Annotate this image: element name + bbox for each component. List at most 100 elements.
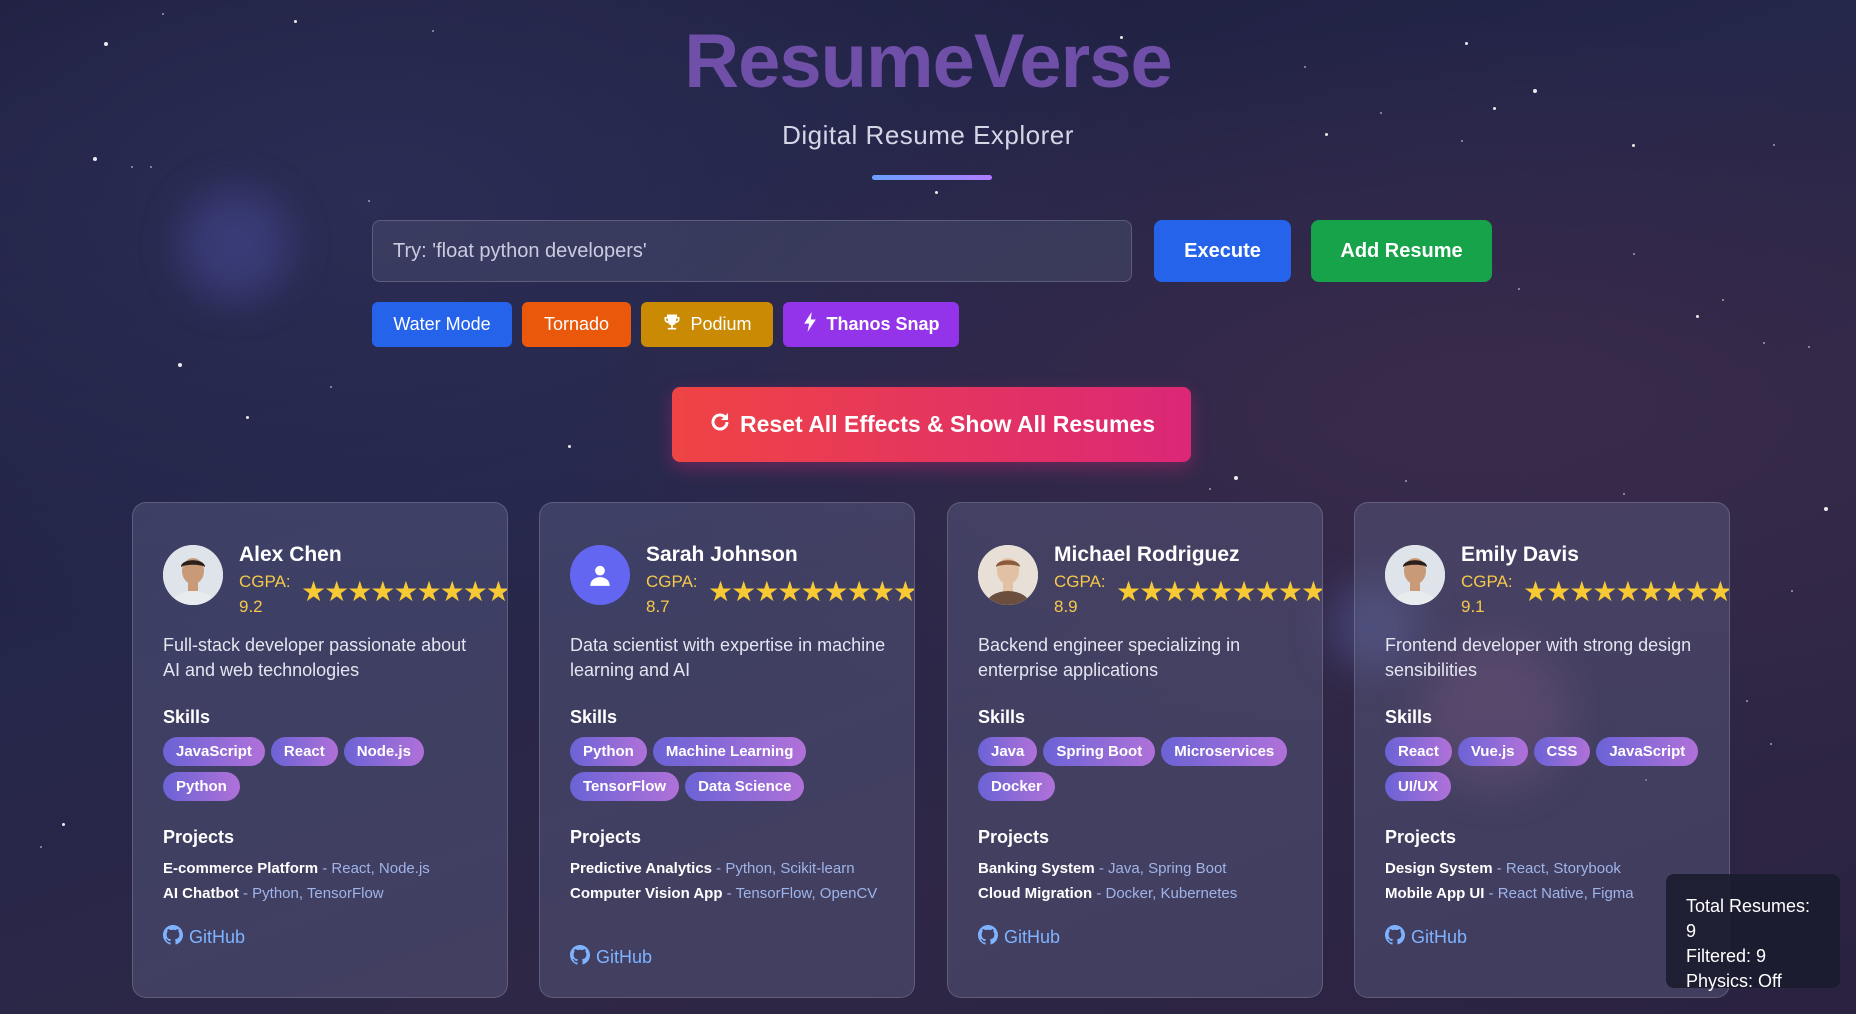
app-subtitle: Digital Resume Explorer: [782, 120, 1074, 150]
star: [1209, 488, 1211, 490]
cgpa-value: CGPA: 9.2: [239, 569, 299, 613]
skills-heading: Skills: [978, 707, 1026, 727]
candidate-name: Emily Davis: [1461, 543, 1579, 566]
star: [1405, 480, 1407, 482]
github-label: GitHub: [189, 927, 246, 947]
github-icon: [1385, 925, 1405, 950]
reset-effects-button[interactable]: Reset All Effects & Show All Resumes: [672, 387, 1191, 462]
project-name: E-commerce Platform: [163, 860, 319, 877]
projects-heading: Projects: [570, 827, 642, 847]
resume-card[interactable]: Alex Chen CGPA: 9.2 ★★★★★★★★★ Full-stack dev…: [132, 502, 508, 998]
title-underline: [872, 175, 992, 180]
projects-heading: Projects: [1385, 827, 1457, 847]
card-header: Michael Rodriguez CGPA: 8.9 ★★★★★★★★★: [978, 543, 1322, 613]
cgpa-number: 9.2: [239, 597, 263, 613]
skill-chip: JavaScript: [1596, 737, 1699, 766]
rating-stars-icon: ★★★★★★★★★: [708, 576, 914, 607]
project-tech: - React, Node.js: [318, 860, 430, 877]
water-mode-label: Water Mode: [393, 314, 491, 334]
project-tech: - Python, TensorFlow: [238, 885, 384, 902]
project-item: AI Chatbot - Python, TensorFlow: [163, 884, 487, 904]
skill-chip: Python: [163, 772, 240, 801]
search-input[interactable]: [372, 220, 1132, 282]
skill-chip: Microservices: [1161, 737, 1288, 766]
skills-list: React Vue.js CSS JavaScript UI/UX: [1385, 737, 1709, 801]
tornado-button[interactable]: Tornado: [522, 302, 631, 347]
github-link[interactable]: GitHub: [163, 925, 245, 950]
card-header: Alex Chen CGPA: 9.2 ★★★★★★★★★: [163, 543, 507, 613]
skill-chip: React: [270, 737, 338, 766]
star: [1518, 288, 1520, 290]
card-header: Sarah Johnson CGPA: 8.7 ★★★★★★★★★: [570, 543, 914, 613]
github-label: GitHub: [1004, 927, 1061, 947]
star: [1493, 107, 1496, 110]
project-item: Mobile App UI - React Native, Figma: [1385, 884, 1709, 904]
user-avatar-icon: [570, 545, 630, 605]
github-label: GitHub: [1411, 927, 1468, 947]
github-link[interactable]: GitHub: [570, 945, 652, 970]
cgpa-value: CGPA: 8.7: [646, 569, 706, 613]
project-name: Design System: [1385, 860, 1493, 877]
star: [935, 191, 938, 194]
thanos-snap-button[interactable]: Thanos Snap: [783, 302, 959, 347]
star: [150, 166, 152, 168]
stats-panel: Total Resumes: 9 Filtered: 9 Physics: Of…: [1666, 874, 1840, 991]
skill-chip: Python: [570, 737, 647, 766]
project-tech: - Docker, Kubernetes: [1092, 885, 1238, 902]
project-name: Computer Vision App: [570, 885, 723, 902]
cgpa-label: CGPA:: [1054, 572, 1106, 591]
project-tech: - TensorFlow, OpenCV: [722, 885, 878, 902]
project-item: Computer Vision App - TensorFlow, OpenCV: [570, 884, 894, 904]
project-tech: - React, Storybook: [1492, 860, 1621, 877]
candidate-description: Frontend developer with strong design se…: [1385, 635, 1692, 680]
skill-chip: UI/UX: [1385, 772, 1452, 801]
star: [93, 157, 97, 161]
github-icon: [978, 925, 998, 950]
project-tech: - React Native, Figma: [1484, 885, 1634, 902]
water-mode-button[interactable]: Water Mode: [372, 302, 512, 347]
star: [1791, 590, 1793, 592]
cgpa-value: CGPA: 9.1: [1461, 569, 1521, 613]
skill-chip: React: [1385, 737, 1452, 766]
github-label: GitHub: [596, 947, 653, 967]
skills-heading: Skills: [570, 707, 618, 727]
github-icon: [163, 925, 183, 950]
thanos-snap-label: Thanos Snap: [826, 314, 940, 334]
candidate-description: Backend engineer specializing in enterpr…: [978, 635, 1241, 680]
skill-chip: CSS: [1533, 737, 1591, 766]
rating-stars-icon: ★★★★★★★★★: [1523, 576, 1729, 607]
github-link[interactable]: GitHub: [978, 925, 1060, 950]
skill-chip: Java: [978, 737, 1038, 766]
skill-chip: Vue.js: [1457, 737, 1528, 766]
profile-photo: [978, 545, 1038, 605]
nebula-glow: [180, 190, 290, 300]
add-resume-label: Add Resume: [1340, 239, 1463, 262]
cgpa-label: CGPA:: [646, 572, 698, 591]
rating-stars-icon: ★★★★★★★★★: [301, 576, 507, 607]
github-link[interactable]: GitHub: [1385, 925, 1467, 950]
refresh-icon: [708, 410, 732, 440]
resume-card[interactable]: Michael Rodriguez CGPA: 8.9 ★★★★★★★★★ Backen…: [947, 502, 1323, 998]
physics-stat: Physics: Off: [1686, 971, 1782, 991]
projects-heading: Projects: [163, 827, 235, 847]
star: [1380, 112, 1382, 114]
resume-card[interactable]: Sarah Johnson CGPA: 8.7 ★★★★★★★★★ Data scien…: [539, 502, 915, 998]
candidate-description: Data scientist with expertise in machine…: [570, 635, 886, 680]
add-resume-button[interactable]: Add Resume: [1311, 220, 1492, 282]
star: [1234, 476, 1238, 480]
candidate-description: Full-stack developer passionate about AI…: [163, 635, 467, 680]
github-icon: [570, 945, 590, 970]
reset-effects-label: Reset All Effects & Show All Resumes: [740, 411, 1155, 437]
execute-button[interactable]: Execute: [1154, 220, 1291, 282]
rating-stars-icon: ★★★★★★★★★: [1116, 576, 1322, 607]
star: [568, 445, 571, 448]
star: [1763, 342, 1765, 344]
podium-button[interactable]: Podium: [641, 302, 773, 347]
star: [131, 166, 133, 168]
candidate-name: Michael Rodriguez: [1054, 543, 1240, 566]
lightning-icon: [802, 312, 818, 337]
star: [1623, 493, 1625, 495]
star: [1722, 299, 1724, 301]
star: [368, 200, 370, 202]
skills-list: JavaScript React Node.js Python: [163, 737, 487, 801]
